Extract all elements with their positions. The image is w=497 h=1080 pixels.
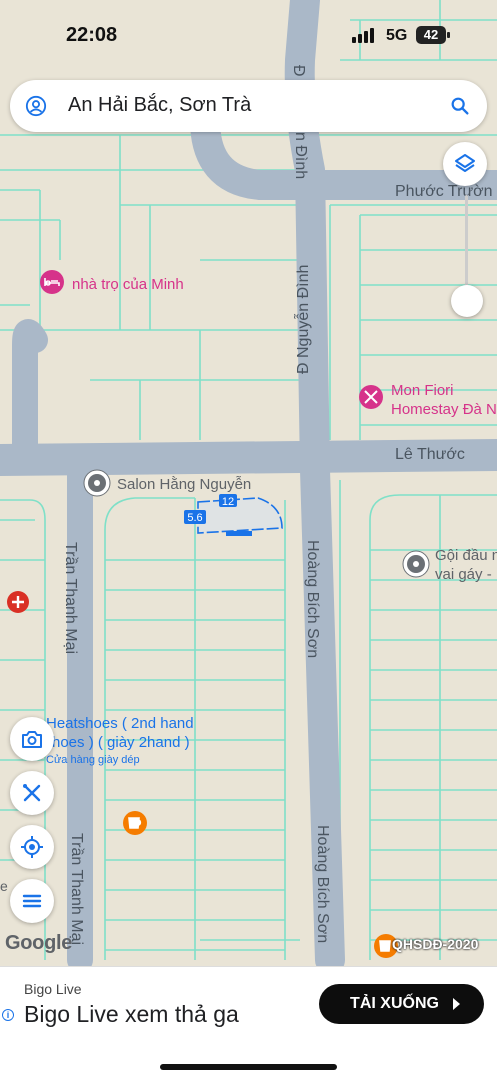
street-label-tran-thanh-mai-1: Trần Thanh Mại (62, 542, 79, 654)
street-label-hoang-bich-son-2: Hoàng Bích Sơn (314, 825, 331, 943)
my-location-button[interactable] (10, 825, 54, 869)
place-category-heatshoes: Cửa hàng giày dép (46, 754, 140, 766)
place-label-heatshoes: Heatshoes ( 2nd hand (46, 715, 194, 732)
place-label-mon-fiori-2: Homestay Đà N (391, 401, 497, 418)
hospital-marker[interactable] (7, 591, 29, 613)
network-type: 5G (386, 27, 408, 44)
lot-width-label: 12 (222, 496, 234, 508)
battery-icon: 42 (416, 26, 450, 44)
tools-icon (23, 784, 41, 802)
street-label-nguyen-dinh: Đ Nguyễn Đình (293, 265, 312, 374)
ad-banner[interactable]: i Bigo Live Bigo Live xem thả ga TẢI XUỐ… (0, 966, 497, 1042)
battery-level: 42 (416, 26, 446, 44)
place-label-goi-dau-2: vai gáy - (435, 566, 492, 583)
street-label-hoang-bich-son-1: Hoàng Bích Sơn (304, 540, 321, 658)
place-label-salon: Salon Hằng Nguyễn (117, 476, 251, 493)
street-label-le-thuoc: Lê Thước (395, 446, 465, 463)
menu-button[interactable] (10, 879, 54, 923)
ad-info-icon[interactable]: i (2, 1009, 14, 1021)
home-indicator[interactable] (160, 1064, 337, 1070)
download-button[interactable]: TẢI XUỐNG (319, 984, 484, 1024)
place-label-nha-tro: nhà trọ của Minh (72, 276, 184, 293)
add-photo-button[interactable] (10, 717, 54, 761)
ad-headline: Bigo Live xem thả ga (24, 1001, 239, 1027)
map-canvas[interactable]: 12 5.6 Phước Trườn Đ Nguyễn Đình Đ n Đìn… (0, 0, 497, 1080)
coffee-icon (379, 940, 391, 952)
ad-brand: Bigo Live (24, 981, 82, 997)
status-time: 22:08 (66, 24, 118, 46)
search-input[interactable]: An Hải Bắc, Sơn Trà (68, 94, 251, 117)
coffee-icon (128, 817, 142, 829)
layers-button[interactable] (443, 142, 487, 186)
signal-icon (352, 27, 378, 43)
street-label-tran-thanh-mai-2: Trần Thanh Mại (68, 833, 85, 945)
add-photo-icon (22, 731, 42, 748)
edge-label: e (0, 878, 8, 894)
search-icon[interactable] (449, 95, 471, 117)
opacity-slider-knob[interactable] (451, 285, 483, 317)
tools-button[interactable] (10, 771, 54, 815)
pin-icon (413, 561, 419, 567)
cafe-marker[interactable] (123, 811, 147, 835)
overlay-label: QHSDĐ-2020 (392, 936, 479, 952)
lot-depth-label: 5.6 (187, 512, 202, 524)
menu-icon (22, 894, 42, 908)
status-bar: 22:08 5G 42 (0, 0, 497, 70)
account-icon[interactable] (25, 95, 47, 117)
street-label-nguyen-dinh-mid: n Đình (292, 132, 309, 179)
my-location-icon (21, 836, 43, 858)
google-logo: Google (5, 932, 73, 954)
download-button-label: TẢI XUỐNG (350, 995, 439, 1012)
place-label-mon-fiori: Mon Fiori (391, 382, 454, 399)
place-label-heatshoes-2: hoes ) ( giày 2hand ) (52, 734, 190, 751)
home-indicator-area (0, 1042, 497, 1080)
search-bar[interactable]: An Hải Bắc, Sơn Trà (10, 80, 487, 132)
street-label-phuoc-truong: Phước Trườn (395, 183, 493, 200)
play-arrow-icon (453, 998, 460, 1010)
place-label-goi-dau: Gội đầu n (435, 547, 497, 564)
pin-icon (94, 480, 100, 486)
layers-icon (455, 154, 475, 172)
